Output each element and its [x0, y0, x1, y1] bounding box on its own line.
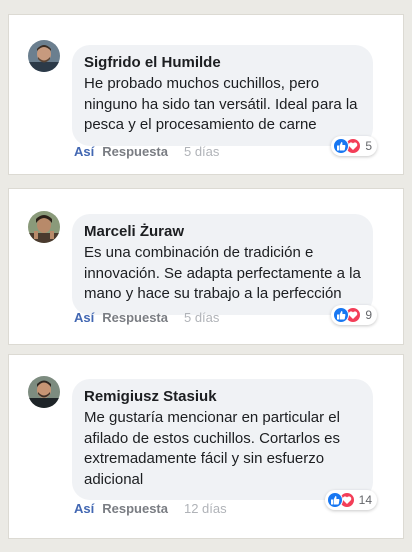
avatar[interactable]: [28, 376, 60, 408]
comment-card: Marceli Żuraw Es una combinación de trad…: [9, 189, 403, 344]
reaction-count: 9: [365, 307, 372, 322]
comment-bubble: Remigiusz Stasiuk Me gustaría mencionar …: [72, 379, 377, 510]
comment-author[interactable]: Sigfrido el Humilde: [84, 53, 361, 73]
avatar[interactable]: [28, 211, 60, 243]
reply-button[interactable]: Respuesta: [102, 310, 168, 326]
comment-card: Remigiusz Stasiuk Me gustaría mencionar …: [9, 355, 403, 538]
reply-button[interactable]: Respuesta: [102, 144, 168, 160]
reaction-summary[interactable]: 5: [331, 135, 377, 156]
like-button[interactable]: Así: [74, 501, 94, 517]
like-button[interactable]: Así: [74, 310, 94, 326]
comment-timestamp[interactable]: 5 días: [184, 310, 219, 326]
comment-author[interactable]: Remigiusz Stasiuk: [84, 387, 361, 407]
comment-bubble: Sigfrido el Humilde He probado muchos cu…: [72, 45, 377, 156]
like-reaction-icon: [333, 306, 350, 323]
avatar[interactable]: [28, 40, 60, 72]
reaction-count: 14: [358, 493, 372, 507]
comment-text: He probado muchos cuchillos, pero ningun…: [84, 75, 358, 133]
comment-actions: Así Respuesta 5 días: [74, 144, 219, 160]
reply-button[interactable]: Respuesta: [102, 501, 168, 517]
like-button[interactable]: Así: [74, 144, 94, 160]
comment-card: Sigfrido el Humilde He probado muchos cu…: [9, 15, 403, 174]
reaction-summary[interactable]: 14: [324, 490, 377, 510]
comment-actions: Así Respuesta 12 días: [74, 501, 227, 517]
comment-timestamp[interactable]: 5 días: [184, 144, 219, 160]
like-reaction-icon: [326, 492, 343, 508]
reaction-count: 5: [365, 138, 372, 153]
comment-bubble: Marceli Żuraw Es una combinación de trad…: [72, 214, 377, 325]
comment-timestamp[interactable]: 12 días: [184, 501, 227, 517]
comment-text: Es una combinación de tradición e innova…: [84, 244, 361, 302]
comment-author[interactable]: Marceli Żuraw: [84, 222, 361, 242]
comment-text: Me gustaría mencionar en particular el a…: [84, 409, 340, 488]
like-reaction-icon: [333, 137, 350, 154]
comment-actions: Así Respuesta 5 días: [74, 310, 219, 326]
reaction-summary[interactable]: 9: [331, 304, 377, 325]
